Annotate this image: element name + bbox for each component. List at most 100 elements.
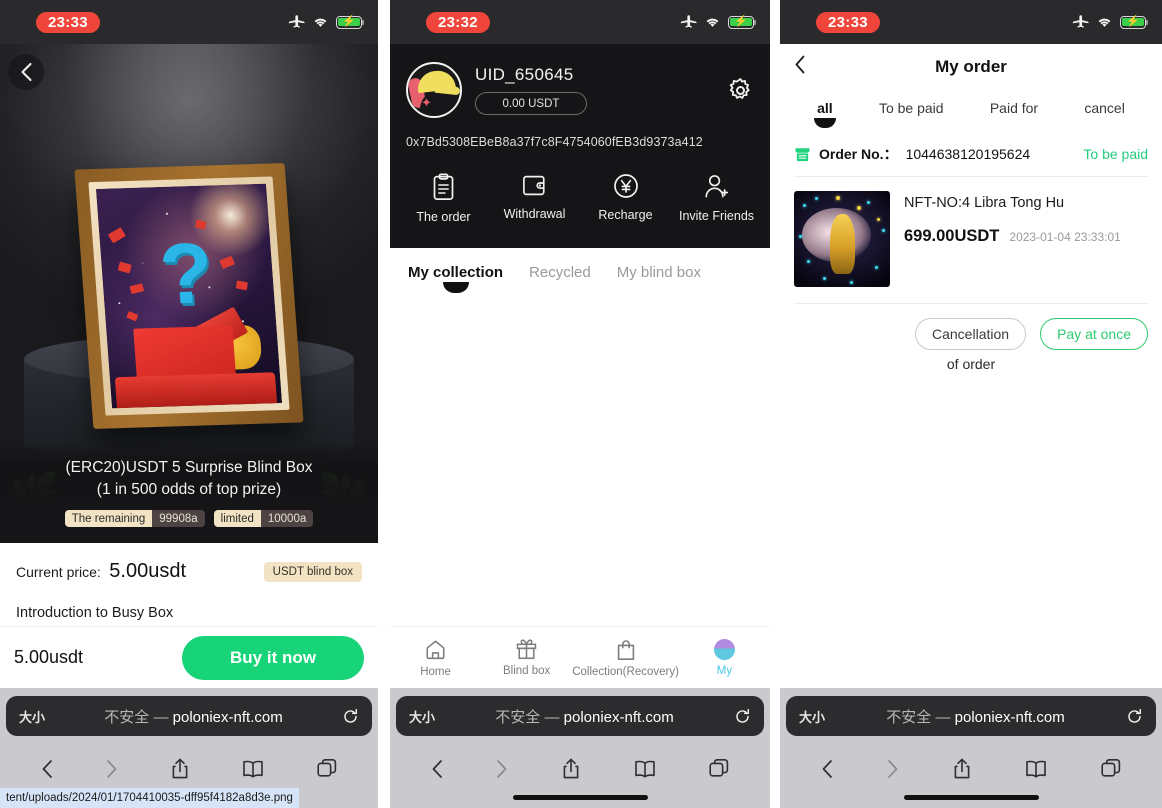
status-badge: To be paid xyxy=(1083,146,1148,162)
product-caption: (ERC20)USDT 5 Surprise Blind Box (1 in 5… xyxy=(0,443,378,543)
insecure-label: 不安全 — xyxy=(886,708,951,726)
url-bar[interactable]: 大小 不安全 — poloniex-nft.com xyxy=(6,696,372,736)
action-label: Withdrawal xyxy=(503,207,566,221)
remaining-badge: The remaining 99908a xyxy=(64,510,205,527)
share-icon[interactable] xyxy=(561,757,581,781)
status-icons: ⚡ xyxy=(288,15,365,29)
airplane-icon xyxy=(1072,15,1089,28)
yen-circle-icon xyxy=(613,174,638,198)
nav-collection-recovery[interactable]: Collection(Recovery) xyxy=(572,638,679,678)
order-number-row: Order No.： 1044638120195624 To be paid xyxy=(794,130,1148,177)
buy-it-now-button[interactable]: Buy it now xyxy=(182,635,364,680)
product-title-line2: (1 in 500 odds of top prize) xyxy=(96,481,282,498)
order-card: Order No.： 1044638120195624 To be paid N… xyxy=(780,130,1162,372)
insecure-label: 不安全 — xyxy=(495,708,560,726)
wallet-icon xyxy=(523,175,545,196)
url-text[interactable]: 不安全 — poloniex-nft.com xyxy=(837,706,1114,727)
product-badges: The remaining 99908a limited 10000a xyxy=(12,510,366,527)
introduction-heading: Introduction to Busy Box xyxy=(16,605,174,621)
tab-all[interactable]: all xyxy=(817,100,833,130)
product-title-line1: (ERC20)USDT 5 Surprise Blind Box xyxy=(65,459,313,476)
reload-icon[interactable] xyxy=(342,708,359,725)
pay-at-once-button[interactable]: Pay at once xyxy=(1040,318,1148,350)
limited-badge: limited 10000a xyxy=(213,510,314,527)
url-status-tooltip: tent/uploads/2024/01/1704410035-dff95f41… xyxy=(0,788,299,808)
reload-icon[interactable] xyxy=(734,708,751,725)
order-item-name: NFT-NO:4 Libra Tong Hu xyxy=(904,195,1065,211)
back-icon[interactable] xyxy=(820,758,834,780)
tabs-icon[interactable] xyxy=(316,758,338,780)
back-icon[interactable] xyxy=(430,758,444,780)
text-size-button[interactable]: 大小 xyxy=(799,707,825,726)
action-label: Recharge xyxy=(598,208,653,222)
gear-icon[interactable] xyxy=(727,77,754,104)
order-nav-bar: My order xyxy=(780,44,1162,90)
status-time: 23:33 xyxy=(816,11,880,33)
action-invite-friends[interactable]: Invite Friends xyxy=(671,173,762,224)
product-title: (ERC20)USDT 5 Surprise Blind Box (1 in 5… xyxy=(12,457,366,501)
limited-badge-value: 10000a xyxy=(260,510,314,527)
action-recharge[interactable]: Recharge xyxy=(580,173,671,224)
panel-profile: 23:32 ⚡ ✦ UID_650645 0.00 USDT 0x7Bd5308… xyxy=(390,0,770,808)
forward-icon[interactable] xyxy=(886,758,900,780)
share-icon[interactable] xyxy=(952,757,972,781)
nav-label: My xyxy=(716,664,733,677)
limited-badge-label: limited xyxy=(213,510,261,527)
wifi-icon xyxy=(706,18,719,27)
tab-my-blind-box[interactable]: My blind box xyxy=(617,264,701,293)
chevron-left-icon xyxy=(795,55,805,74)
order-item[interactable]: NFT-NO:4 Libra Tong Hu 699.00USDT 2023-0… xyxy=(794,177,1148,304)
ribbon xyxy=(114,372,277,409)
blind-box-artwork-frame: ? xyxy=(74,163,304,429)
back-button[interactable] xyxy=(8,54,44,90)
status-time: 23:32 xyxy=(426,11,490,33)
screenshot-stage: 23:33 ⚡ ? (ERC20)USDT 5 Surprise Blind B… xyxy=(0,0,1162,808)
url-text[interactable]: 不安全 — poloniex-nft.com xyxy=(447,706,722,727)
back-button[interactable] xyxy=(794,55,806,80)
insecure-label: 不安全 — xyxy=(104,708,169,726)
text-size-button[interactable]: 大小 xyxy=(19,707,45,726)
battery-charging-icon: ⚡ xyxy=(728,15,757,29)
user-id: UID_650645 xyxy=(475,65,574,84)
product-hero: ? 🌿 🌿 (ERC20)USDT 5 Surprise Blind Box (… xyxy=(0,44,378,543)
tabs-icon[interactable] xyxy=(708,758,730,780)
forward-icon[interactable] xyxy=(495,758,509,780)
bookmarks-icon[interactable] xyxy=(1024,759,1048,779)
action-the-order[interactable]: The order xyxy=(398,173,489,224)
action-label: The order xyxy=(416,210,471,224)
reload-icon[interactable] xyxy=(1126,708,1143,725)
battery-charging-icon: ⚡ xyxy=(1120,15,1149,29)
tab-my-collection[interactable]: My collection xyxy=(408,264,503,293)
wallet-address[interactable]: 0x7Bd5308EBeB8a37f7c8F4754060fEB3d9373a4… xyxy=(406,135,754,149)
url-bar[interactable]: 大小 不安全 — poloniex-nft.com xyxy=(396,696,764,736)
share-icon[interactable] xyxy=(170,757,190,781)
tab-to-be-paid[interactable]: To be paid xyxy=(879,100,944,130)
balance-chip[interactable]: 0.00 USDT xyxy=(475,92,587,115)
url-text[interactable]: 不安全 — poloniex-nft.com xyxy=(57,706,330,727)
nav-my[interactable]: My xyxy=(679,638,770,677)
remaining-badge-label: The remaining xyxy=(64,510,153,527)
nav-blind-box[interactable]: Blind box xyxy=(481,638,572,677)
tab-cancel[interactable]: cancel xyxy=(1084,100,1124,130)
url-bar[interactable]: 大小 不安全 — poloniex-nft.com xyxy=(786,696,1156,736)
bookmarks-icon[interactable] xyxy=(633,759,657,779)
forward-icon[interactable] xyxy=(105,758,119,780)
tab-recycled[interactable]: Recycled xyxy=(529,264,591,293)
nav-home[interactable]: Home xyxy=(390,638,481,678)
tab-paid-for[interactable]: Paid for xyxy=(990,100,1038,130)
tabs-icon[interactable] xyxy=(1100,758,1122,780)
bookmarks-icon[interactable] xyxy=(241,759,265,779)
clipboard-icon xyxy=(433,173,454,200)
avatar[interactable]: ✦ xyxy=(406,62,462,118)
profile-id-column: UID_650645 0.00 USDT xyxy=(475,65,714,115)
status-bar: 23:33 ⚡ xyxy=(780,0,1162,44)
back-icon[interactable] xyxy=(40,758,54,780)
action-withdrawal[interactable]: Withdrawal xyxy=(489,173,580,224)
text-size-button[interactable]: 大小 xyxy=(409,707,435,726)
question-mark-icon: ? xyxy=(156,225,217,323)
order-item-price-row: 699.00USDT 2023-01-04 23:33:01 xyxy=(904,227,1148,246)
status-icons: ⚡ xyxy=(1072,15,1149,29)
wifi-icon xyxy=(314,18,327,27)
cancellation-button[interactable]: Cancellation xyxy=(915,318,1027,350)
order-number-value: 1044638120195624 xyxy=(905,146,1031,162)
